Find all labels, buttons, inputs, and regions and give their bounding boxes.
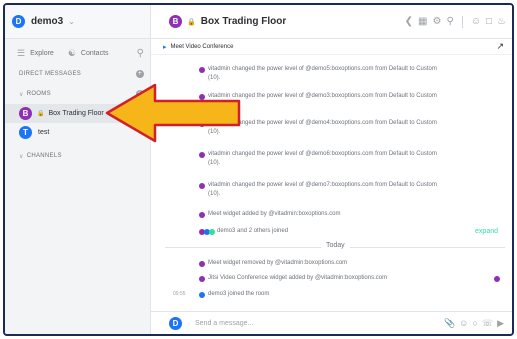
workspace-header[interactable]: D demo3 ⌄ [5,5,150,39]
add-dm-icon[interactable]: + [136,70,144,78]
section-direct-messages[interactable]: DIRECT MESSAGES + [5,64,150,84]
section-label: CHANNELS [26,153,62,159]
timeline-event: 09:55 demo3 joined the room [151,290,512,299]
message-input[interactable]: Send a message... [195,320,253,327]
contacts-label: Contacts [80,49,109,57]
lock-icon: 🔒 [37,111,45,117]
avatar-stack [199,227,215,235]
grid-icon[interactable]: ▦ [418,16,427,27]
message-composer: D Send a message... 📎 ☺ ○ ☏ ▶ [151,311,512,334]
search-icon[interactable]: ⚲ [137,48,144,59]
chevron-down-icon[interactable]: ⌄ [68,17,75,26]
timeline-event: Jitsi Video Conference widget added by @… [151,274,512,283]
settings-icon[interactable]: ⚙ [432,16,441,27]
banner-title: Meet Video Conference [170,43,234,50]
user-icon[interactable]: ☺ [471,16,481,27]
search-icon[interactable]: ⚲ [446,16,453,27]
caret-down-icon: ∨ [19,153,24,160]
sender-avatar [199,182,205,189]
room-header: B 🔒 Box Trading Floor ❮ ▦ ⚙ ⚲ ☺ □ ♨ [151,5,512,39]
popout-icon[interactable]: ↗ [496,41,504,52]
timestamp: 09:55 [173,291,186,297]
timeline-event: vitadmin changed the power level of @dem… [151,181,448,199]
contacts-icon: ☯ [67,47,76,58]
caret-down-icon: ∨ [19,91,24,98]
video-icon: ▸ [163,43,167,51]
call-icon[interactable]: ☏ [482,318,493,329]
sender-avatar [199,66,205,73]
attach-icon[interactable]: 📎 [444,318,455,329]
sticker-icon[interactable]: ○ [472,318,477,329]
video-icon[interactable]: ▶ [497,318,504,329]
event-text: demo3 and 2 others joined [217,228,289,234]
sender-avatar [199,211,205,218]
divider [461,15,463,28]
section-label: DIRECT MESSAGES [19,71,82,77]
membership-summary[interactable]: demo3 and 2 others joined expand [151,227,512,236]
timeline-event: vitadmin changed the power level of @dem… [151,65,448,83]
event-text: Meet widget removed by @vitadmin:boxopti… [208,260,348,266]
annotation-arrow-icon [105,83,241,143]
explore-link[interactable]: Explore [30,50,54,57]
timeline-event: Meet widget removed by @vitadmin:boxopti… [151,259,448,268]
room-label: Box Trading Floor [48,110,104,117]
avatar [209,228,215,235]
event-text: vitadmin changed the power level of @dem… [208,151,437,166]
date-divider-label: Today [321,242,350,249]
widget-banner[interactable]: ▸ Meet Video Conference ↗ [151,39,512,55]
lock-icon: 🔒 [187,18,196,26]
room-title: Box Trading Floor [200,16,287,27]
workspace-name: demo3 [31,16,64,27]
sidebar-nav: ☰ Explore ☯ Contacts ⚲ [5,42,150,64]
room-avatar: B [19,107,32,120]
room-avatar: T [19,126,32,139]
room-label: test [38,129,50,136]
emoji-icon[interactable]: ☺ [459,318,468,329]
event-text: vitadmin changed the power level of @dem… [208,182,437,197]
composer-avatar: D [169,316,182,330]
section-channels[interactable]: ∨ CHANNELS [5,146,150,166]
timeline-event: Meet widget added by @vitadmin:boxoption… [151,210,448,219]
app-window: D demo3 ⌄ ☰ Explore ☯ Contacts ⚲ DIRECT … [3,3,514,336]
expand-link[interactable]: expand [475,227,498,236]
sender-avatar [199,275,205,282]
event-text: Meet widget added by @vitadmin:boxoption… [208,211,341,217]
room-view: B 🔒 Box Trading Floor ❮ ▦ ⚙ ⚲ ☺ □ ♨ ▸ Me… [151,5,512,334]
header-actions: ❮ ▦ ⚙ ⚲ ☺ □ ♨ [405,15,512,28]
workspace-avatar: D [12,15,25,28]
composer-actions: 📎 ☺ ○ ☏ ▶ [444,318,512,329]
section-label: ROOMS [26,91,51,97]
sender-avatar [199,291,205,298]
timeline-event: vitadmin changed the power level of @dem… [151,150,448,168]
event-text: demo3 joined the room [208,291,270,297]
sidebar: D demo3 ⌄ ☰ Explore ☯ Contacts ⚲ DIRECT … [5,5,151,334]
sender-avatar [199,151,205,158]
share-icon[interactable]: ❮ [405,16,413,27]
contacts-link[interactable]: ☯ Contacts [68,48,109,59]
explore-icon: ☰ [17,47,26,58]
read-receipt[interactable] [494,275,500,282]
event-text: vitadmin changed the power level of @dem… [208,66,437,81]
files-icon[interactable]: □ [486,16,492,27]
event-text: Jitsi Video Conference widget added by @… [208,275,388,281]
bell-icon[interactable]: ♨ [497,16,506,27]
sender-avatar [199,260,205,267]
room-header-avatar: B [169,15,182,28]
